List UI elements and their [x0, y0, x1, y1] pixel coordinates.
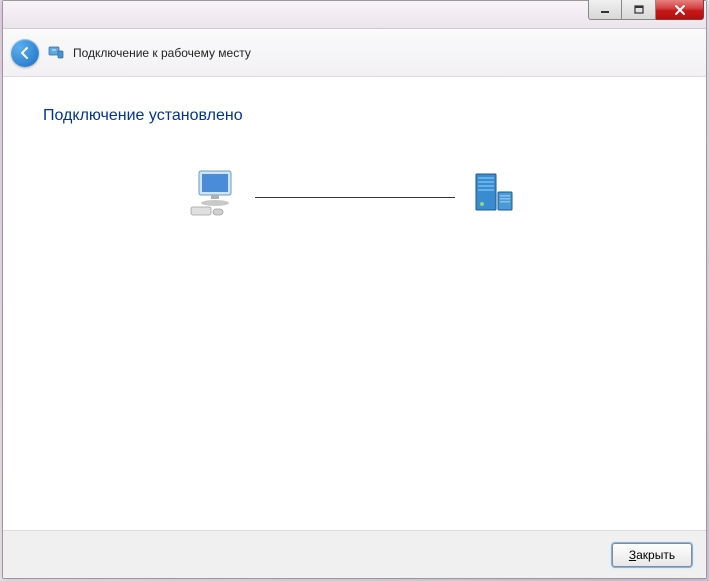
wizard-window: Подключение к рабочему месту Подключение… [2, 0, 707, 579]
computer-icon [187, 165, 247, 220]
back-button[interactable] [11, 39, 39, 67]
wizard-footer: Закрыть [3, 530, 706, 578]
window-titlebar [3, 1, 706, 29]
window-controls [588, 0, 704, 20]
window-close-button[interactable] [656, 0, 704, 20]
connection-line [255, 197, 455, 198]
close-icon [674, 4, 686, 16]
wizard-header: Подключение к рабочему месту [3, 29, 706, 77]
wizard-content: Подключение установлено [3, 77, 706, 530]
server-icon [463, 165, 523, 220]
close-button[interactable]: Закрыть [612, 543, 692, 567]
close-button-rest: акрыть [636, 548, 675, 562]
status-heading: Подключение установлено [43, 107, 666, 125]
maximize-button[interactable] [622, 0, 656, 20]
connection-diagram [43, 165, 666, 220]
back-arrow-icon [17, 45, 33, 61]
maximize-icon [634, 5, 644, 15]
minimize-icon [600, 5, 610, 15]
wizard-title: Подключение к рабочему месту [73, 46, 251, 60]
minimize-button[interactable] [588, 0, 622, 20]
wizard-icon [47, 44, 65, 62]
